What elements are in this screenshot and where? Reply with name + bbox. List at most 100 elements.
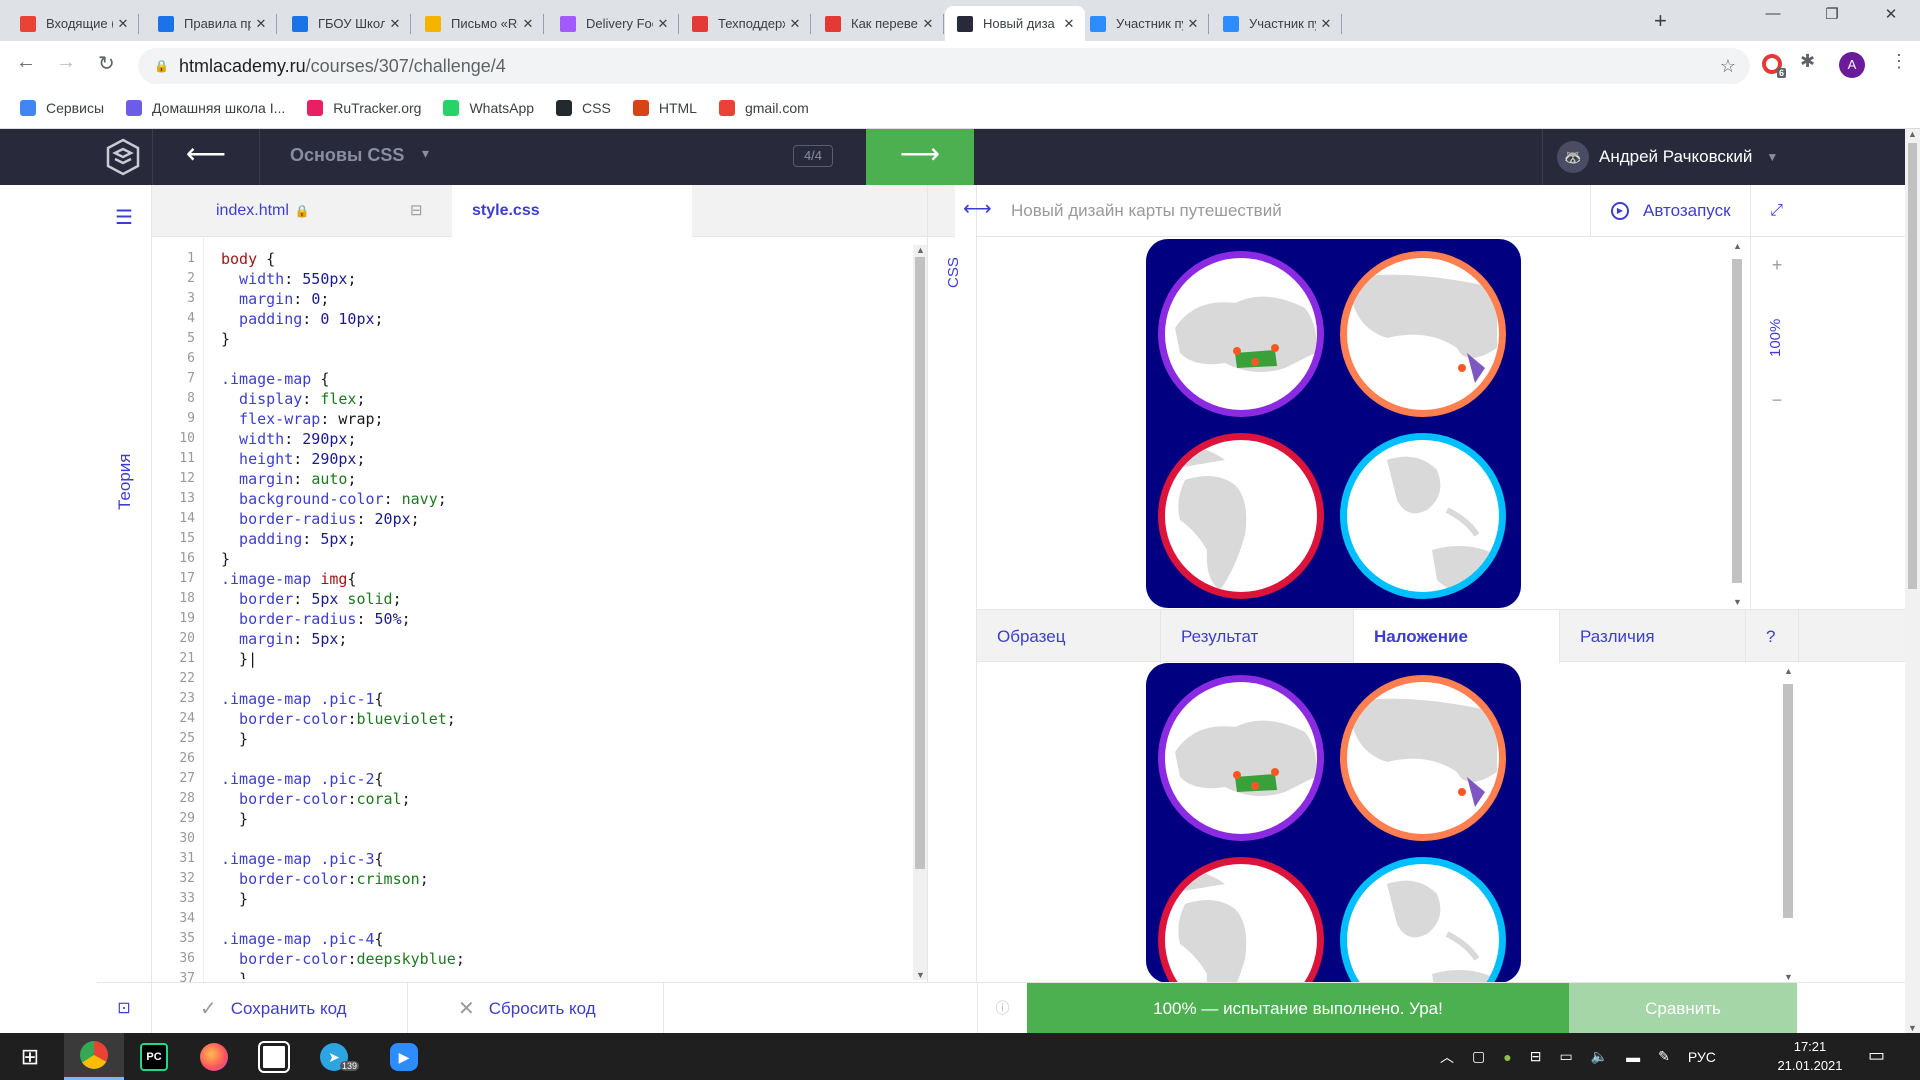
back-icon[interactable]: ← (16, 51, 36, 74)
user-menu[interactable]: 🦝 Андрей Рачковский ▼ (1542, 129, 1782, 185)
htmlacademy-logo-icon[interactable] (103, 137, 143, 177)
bookmark-star-icon[interactable]: ☆ (1720, 56, 1736, 77)
chevron-up-icon[interactable]: ︿ (1440, 1047, 1454, 1067)
browser-tab[interactable]: Участник пу ✕ (1078, 6, 1209, 41)
close-tab-icon[interactable]: ✕ (1183, 16, 1203, 32)
autorun-button[interactable]: ▶ Автозапуск (1590, 185, 1750, 237)
close-tab-icon[interactable]: ✕ (1316, 16, 1336, 32)
clock[interactable]: 17:21 21.01.2021 (1770, 1037, 1850, 1075)
help-tab[interactable]: ? (1746, 610, 1799, 663)
windows-start-icon[interactable]: ⊞ (0, 1033, 60, 1080)
chrome-taskbar-icon[interactable] (64, 1033, 124, 1080)
scroll-up-icon[interactable]: ▲ (1908, 129, 1917, 139)
zoom-in-button[interactable]: + (1751, 255, 1803, 276)
monitor-icon[interactable]: ▭ (1559, 1048, 1572, 1065)
compare-tab[interactable]: Различия (1560, 610, 1746, 663)
scrollbar-thumb[interactable] (1732, 259, 1742, 583)
scroll-down-icon[interactable]: ▼ (1733, 597, 1742, 607)
browser-tab[interactable]: ГБОУ Школа✕ (280, 6, 411, 41)
scroll-up-icon[interactable]: ▲ (1784, 666, 1793, 676)
zoom-out-button[interactable]: − (1751, 390, 1803, 411)
scroll-down-icon[interactable]: ▼ (916, 970, 925, 980)
info-icon[interactable]: ⓘ (977, 983, 1027, 1034)
address-bar[interactable]: 🔒 htmlacademy.ru/courses/307/challenge/4… (138, 48, 1750, 84)
bookmark-item[interactable]: RuTracker.org (307, 100, 421, 116)
browser-tab[interactable]: Новый диза ✕ (945, 6, 1085, 41)
close-tab-icon[interactable]: ✕ (918, 16, 938, 32)
compare-tab[interactable]: Наложение (1354, 610, 1560, 663)
save-code-button[interactable]: ✓ Сохранить код (152, 983, 408, 1034)
device-icon[interactable]: ▢ (1472, 1048, 1485, 1065)
browser-tab[interactable]: Входящие (2✕ (8, 6, 139, 41)
zoom-taskbar-icon[interactable]: ▶ (374, 1033, 434, 1080)
reload-icon[interactable]: ↻ (98, 51, 115, 76)
telegram-taskbar-icon[interactable]: ➤ 139 (304, 1033, 364, 1080)
bookmark-item[interactable]: WhatsApp (443, 100, 534, 116)
tab-index-html[interactable]: index.html 🔒 (216, 185, 310, 237)
menu-icon[interactable]: ☰ (115, 205, 133, 230)
browser-tab[interactable]: Правила пр ✕ (146, 6, 277, 41)
close-window-icon[interactable]: ✕ (1868, 5, 1914, 23)
maximize-icon[interactable]: ❐ (1809, 5, 1855, 23)
bookmark-item[interactable]: CSS (556, 100, 611, 116)
reset-code-button[interactable]: ✕ Сбросить код (408, 983, 664, 1034)
notifications-icon[interactable]: ▭ (1868, 1045, 1885, 1066)
security-icon[interactable]: ● (1503, 1049, 1511, 1065)
bookmark-item[interactable]: Домашняя школа I... (126, 100, 285, 116)
browser-tab[interactable]: Письмо «Re ✕ (413, 6, 544, 41)
compare-tab[interactable]: Результат (1161, 610, 1354, 663)
scrollbar-thumb[interactable] (915, 257, 925, 869)
close-tab-icon[interactable]: ✕ (251, 16, 271, 32)
chevron-down-icon[interactable]: ▾ (422, 145, 429, 162)
browser-tab[interactable]: Участник пу ✕ (1211, 6, 1342, 41)
scroll-down-icon[interactable]: ▼ (1908, 1023, 1917, 1033)
compare-tab[interactable]: Образец (977, 610, 1161, 663)
course-title[interactable]: Основы CSS (290, 145, 404, 166)
browser-tab[interactable]: Delivery Foo ✕ (548, 6, 679, 41)
firefox-taskbar-icon[interactable] (184, 1033, 244, 1080)
extensions-puzzle-icon[interactable]: ✱ (1800, 51, 1815, 72)
close-tab-icon[interactable]: ✕ (518, 16, 538, 32)
scrollbar-thumb[interactable] (1908, 143, 1917, 589)
scroll-up-icon[interactable]: ▲ (916, 245, 925, 255)
previous-challenge-button[interactable]: ⟵ (152, 129, 260, 185)
close-tab-icon[interactable]: ✕ (113, 16, 133, 32)
browser-menu-icon[interactable]: ⋮ (1890, 51, 1908, 72)
compare-scrollbar[interactable]: ▲ ▼ (1781, 666, 1795, 982)
minimize-icon[interactable]: — (1750, 5, 1796, 22)
hint-icon[interactable]: ⊡ (97, 983, 152, 1034)
browser-tab[interactable]: Техподдерж ✕ (680, 6, 811, 41)
forward-icon[interactable]: → (56, 51, 76, 74)
scroll-up-icon[interactable]: ▲ (1733, 241, 1742, 251)
scrollbar-thumb[interactable] (1783, 684, 1793, 918)
tab-style-css[interactable]: style.css (452, 185, 692, 238)
profile-avatar[interactable]: A (1839, 52, 1865, 78)
editor-scrollbar[interactable]: ▲ ▼ (913, 245, 927, 980)
code-editor[interactable]: body { width: 550px; margin: 0; padding:… (221, 249, 911, 979)
page-scrollbar[interactable]: ▲ ▼ (1905, 129, 1920, 1033)
preview-scrollbar[interactable]: ▲ ▼ (1730, 241, 1744, 607)
bookmark-item[interactable]: HTML (632, 100, 697, 116)
theory-tab[interactable]: Теория (115, 454, 135, 511)
battery-icon[interactable]: ▬ (1626, 1049, 1640, 1065)
bookmark-item[interactable]: Сервисы (20, 100, 104, 116)
extension-icon[interactable]: 6 (1762, 54, 1786, 78)
scroll-down-icon[interactable]: ▼ (1784, 972, 1793, 982)
close-tab-icon[interactable]: ✕ (653, 16, 673, 32)
close-tab-icon[interactable]: ✕ (1059, 16, 1079, 32)
new-tab-button[interactable]: + (1654, 8, 1667, 34)
expand-icon[interactable]: ⤢ (1750, 185, 1802, 237)
volume-icon[interactable]: 🔈 (1591, 1048, 1608, 1065)
pen-icon[interactable]: ✎ (1658, 1048, 1670, 1065)
browser-tab[interactable]: Как перевес ✕ (813, 6, 944, 41)
bookmark-item[interactable]: gmail.com (718, 100, 809, 116)
compare-button[interactable]: Сравнить (1569, 983, 1797, 1034)
collapse-icon[interactable]: ⊟ (410, 185, 423, 237)
next-challenge-button[interactable]: ⟶ (866, 129, 974, 185)
language-indicator[interactable]: РУС (1688, 1049, 1716, 1065)
close-tab-icon[interactable]: ✕ (785, 16, 805, 32)
close-tab-icon[interactable]: ✕ (385, 16, 405, 32)
app-taskbar-icon[interactable] (244, 1033, 304, 1080)
pycharm-taskbar-icon[interactable]: PC (124, 1033, 184, 1080)
network-icon[interactable]: ⊟ (1530, 1048, 1542, 1065)
